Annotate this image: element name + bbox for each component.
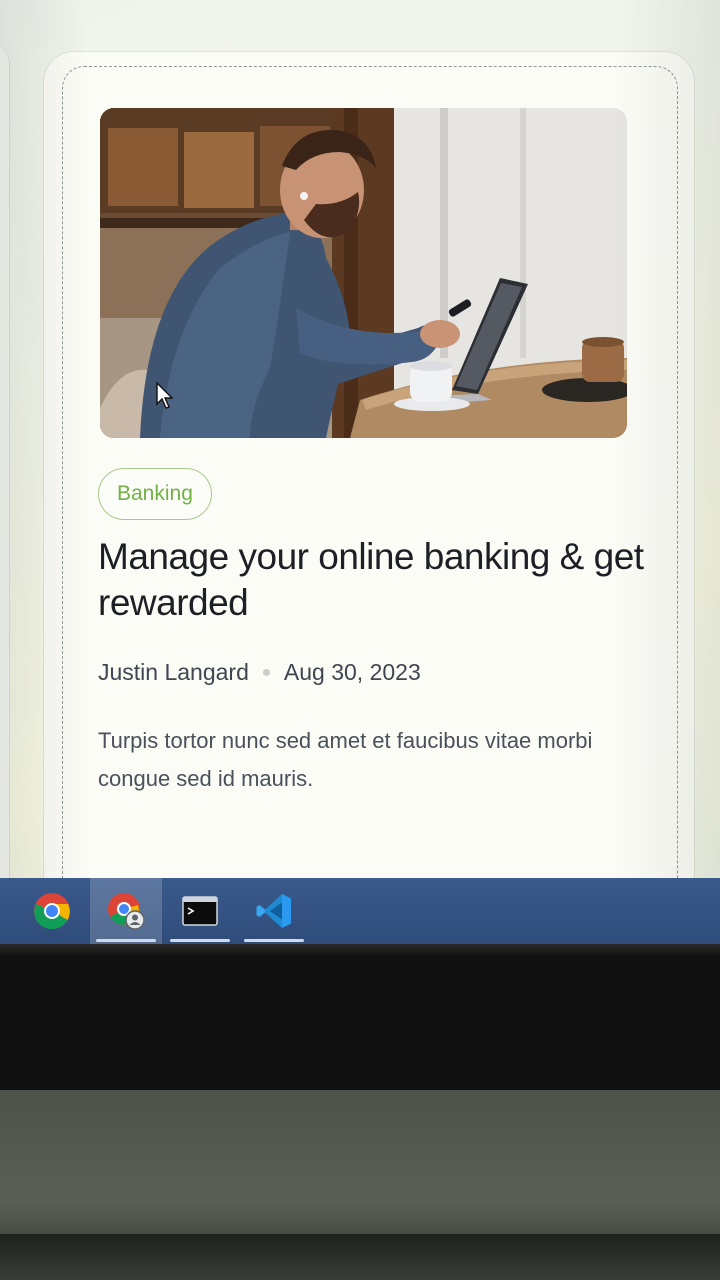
taskbar-app-terminal[interactable]: [164, 878, 236, 944]
active-indicator: [96, 939, 156, 942]
author-name[interactable]: Justin Langard: [98, 659, 249, 686]
taskbar-app-chrome-profile[interactable]: [90, 878, 162, 944]
chrome-profile-icon: [108, 893, 145, 930]
running-indicator: [170, 939, 230, 942]
monitor-screen: Banking Manage your online banking & get…: [0, 0, 720, 890]
chrome-icon: [34, 893, 70, 930]
article-photo: [100, 108, 627, 438]
article-excerpt: Turpis tortor nunc sed amet et faucibus …: [98, 728, 593, 791]
article-meta: Justin Langard Aug 30, 2023: [98, 656, 421, 688]
category-chip[interactable]: Banking: [98, 468, 212, 520]
meta-separator-dot: [262, 668, 270, 676]
laptop-body: [0, 1090, 720, 1280]
monitor-bezel: [0, 944, 720, 1094]
previous-card-edge: [0, 45, 10, 890]
windows-taskbar: [0, 878, 720, 944]
taskbar-app-vscode[interactable]: [238, 878, 310, 944]
publish-date: Aug 30, 2023: [283, 658, 421, 685]
terminal-icon: [182, 896, 218, 926]
article-image[interactable]: [100, 108, 627, 438]
vscode-icon: [256, 894, 291, 928]
taskbar-app-chrome[interactable]: [16, 878, 88, 944]
article-title[interactable]: Manage your online banking & get rewarde…: [98, 534, 658, 626]
mouse-cursor-icon: [156, 382, 174, 409]
running-indicator: [244, 939, 304, 942]
